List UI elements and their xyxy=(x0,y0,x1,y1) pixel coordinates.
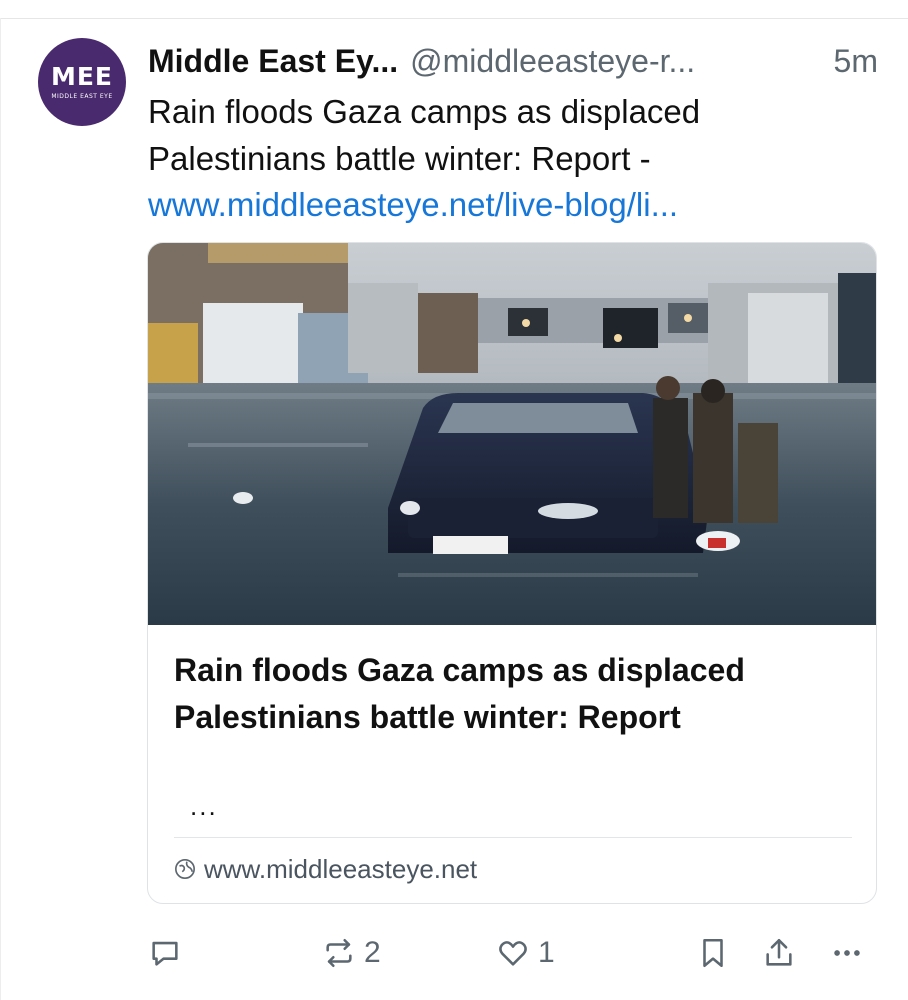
card-domain-row: www.middleeasteye.net xyxy=(174,851,477,887)
author-display-name[interactable]: Middle East Ey... xyxy=(148,43,398,80)
globe-icon xyxy=(175,859,195,879)
flooded-street-photo xyxy=(148,243,876,625)
card-domain: www.middleeasteye.net xyxy=(204,853,478,884)
avatar-logo-text: MEE xyxy=(50,62,114,91)
post-header: Middle East Ey... @middleeasteye-r... 5m xyxy=(148,40,878,82)
share-icon xyxy=(766,938,792,966)
like-count: 1 xyxy=(538,936,555,969)
repost-button[interactable]: 2 xyxy=(322,928,381,978)
card-title[interactable]: Rain floods Gaza camps as displaced Pale… xyxy=(174,647,864,741)
card-divider xyxy=(174,837,852,838)
share-button[interactable] xyxy=(762,928,796,978)
avatar-logo-subtitle: MIDDLE EAST EYE xyxy=(51,93,113,100)
heart-icon xyxy=(499,941,527,966)
bookmark-icon xyxy=(703,938,723,968)
author-handle[interactable]: @middleeasteye-r... xyxy=(410,43,695,80)
card-description: ... xyxy=(190,791,218,821)
reply-icon xyxy=(152,941,178,966)
bookmark-button[interactable] xyxy=(696,928,730,978)
top-divider xyxy=(0,18,908,19)
left-divider xyxy=(0,18,1,1000)
post-timestamp[interactable]: 5m xyxy=(834,43,878,80)
more-button[interactable] xyxy=(830,928,864,978)
like-button[interactable]: 1 xyxy=(496,928,555,978)
post-text: Rain floods Gaza camps as displaced Pale… xyxy=(148,93,701,177)
avatar[interactable]: MEE MIDDLE EAST EYE xyxy=(38,38,126,126)
repost-icon xyxy=(326,938,352,968)
post-actions-bar: 2 1 xyxy=(0,928,908,978)
repost-count: 2 xyxy=(364,936,381,969)
more-icon xyxy=(834,950,860,956)
post-link[interactable]: www.middleeasteye.net/live-blog/li... xyxy=(148,181,678,228)
reply-button[interactable] xyxy=(148,928,182,978)
link-card[interactable]: Rain floods Gaza camps as displaced Pale… xyxy=(147,242,877,904)
